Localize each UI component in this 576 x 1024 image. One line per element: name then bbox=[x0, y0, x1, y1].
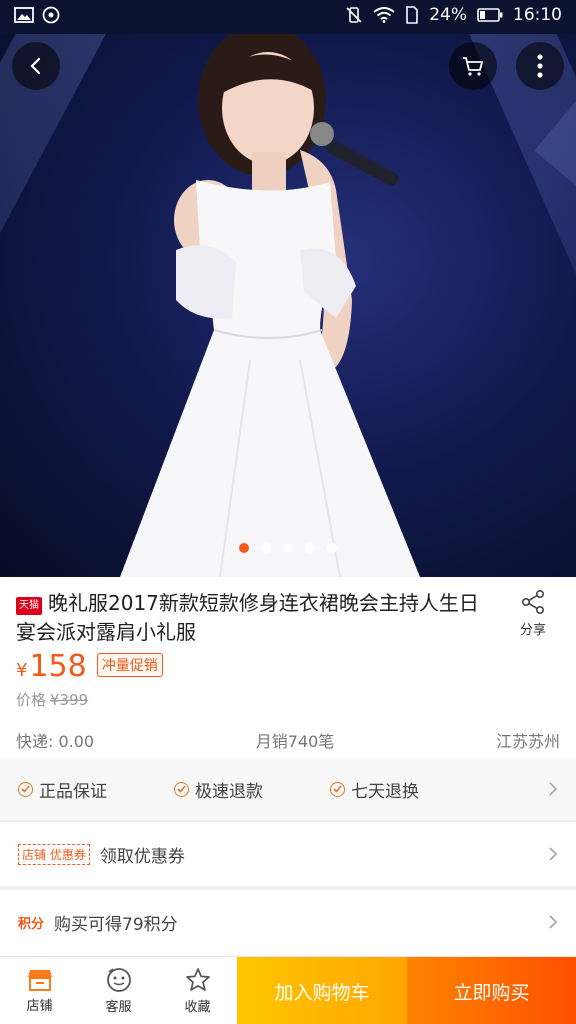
sim-card-icon bbox=[406, 6, 419, 24]
chevron-right-icon bbox=[549, 847, 558, 861]
service-item-authentic: 正品保证 bbox=[18, 777, 174, 802]
currency-symbol: ¥ bbox=[16, 660, 28, 681]
original-price: ¥399 bbox=[50, 691, 89, 709]
service-item-seven-day-return: 七天退换 bbox=[330, 777, 486, 802]
share-label: 分享 bbox=[519, 623, 546, 638]
carousel-dot[interactable] bbox=[261, 543, 271, 553]
points-tag: 积分 bbox=[18, 916, 45, 932]
back-button[interactable] bbox=[12, 42, 60, 90]
points-label: 购买可得79积分 bbox=[54, 914, 178, 935]
service-item-fast-refund: 极速退款 bbox=[174, 777, 330, 802]
store-icon bbox=[27, 970, 52, 991]
share-button[interactable]: 分享 bbox=[510, 589, 556, 638]
favorite-label: 收藏 bbox=[184, 1000, 211, 1015]
carousel-dot[interactable] bbox=[327, 543, 337, 553]
service-guarantees-row[interactable]: 正品保证 极速退款 七天退换 bbox=[0, 758, 576, 820]
product-title: 天猫 晚礼服2017新款短款修身连衣裙晚会主持人生日宴会派对露肩小礼服 bbox=[16, 589, 486, 647]
store-button[interactable]: 店铺 bbox=[0, 957, 79, 1024]
product-image-carousel[interactable] bbox=[0, 0, 576, 577]
clock: 16:10 bbox=[513, 5, 562, 25]
customer-service-button[interactable]: 客服 bbox=[79, 957, 158, 1024]
product-info-section: 天猫 晚礼服2017新款短款修身连衣裙晚会主持人生日宴会派对露肩小礼服 分享 ¥ … bbox=[0, 577, 576, 758]
favorite-button[interactable]: 收藏 bbox=[158, 957, 237, 1024]
coupon-label: 领取优惠券 bbox=[99, 846, 185, 867]
original-price-label: 价格 bbox=[16, 691, 47, 709]
chevron-right-icon bbox=[549, 782, 558, 796]
more-options-button[interactable] bbox=[516, 42, 564, 90]
store-label: 店铺 bbox=[26, 999, 53, 1014]
wifi-icon bbox=[373, 7, 395, 23]
share-icon bbox=[521, 589, 544, 614]
status-bar: 24% 16:10 bbox=[0, 0, 576, 34]
carousel-dot[interactable] bbox=[305, 543, 315, 553]
check-circle-icon bbox=[174, 781, 189, 797]
chevron-left-icon bbox=[30, 57, 41, 75]
current-price: 158 bbox=[29, 649, 87, 684]
check-circle-icon bbox=[330, 781, 345, 797]
promo-tag: 冲量促销 bbox=[96, 653, 163, 677]
star-icon bbox=[185, 968, 210, 991]
carousel-dot[interactable] bbox=[283, 543, 293, 553]
service-label: 极速退款 bbox=[195, 781, 263, 802]
more-vertical-icon bbox=[537, 54, 543, 78]
check-circle-icon bbox=[18, 781, 33, 797]
price-row: ¥ 158 冲量促销 bbox=[16, 649, 163, 684]
shipping-fee: 快递: 0.00 bbox=[16, 732, 95, 751]
ship-from-location: 江苏苏州 bbox=[495, 732, 560, 751]
product-meta-row: 快递: 0.00 月销740笔 江苏苏州 bbox=[16, 728, 560, 752]
battery-icon bbox=[477, 8, 503, 22]
customer-service-icon bbox=[106, 968, 131, 992]
chevron-right-icon bbox=[549, 915, 558, 929]
points-row[interactable]: 积分 购买可得79积分 bbox=[0, 890, 576, 954]
shopping-cart-icon bbox=[463, 57, 483, 76]
tmall-badge: 天猫 bbox=[16, 597, 42, 615]
carousel-indicator bbox=[0, 543, 576, 553]
vibrate-off-icon bbox=[346, 7, 362, 23]
carousel-dot-active[interactable] bbox=[239, 543, 249, 553]
buy-now-button[interactable]: 立即购买 bbox=[407, 957, 576, 1024]
customer-service-label: 客服 bbox=[105, 1000, 132, 1015]
service-label: 正品保证 bbox=[39, 781, 107, 802]
cart-button[interactable] bbox=[449, 42, 497, 90]
bottom-action-bar: 店铺 客服 收藏 加入购物车 立即购买 bbox=[0, 956, 576, 1024]
original-price-row: 价格 ¥399 bbox=[16, 689, 88, 710]
product-photo-singer bbox=[120, 24, 420, 577]
coupon-row[interactable]: 店铺 优惠券 领取优惠券 bbox=[0, 822, 576, 886]
chat-notification-icon bbox=[42, 6, 60, 24]
product-title-text: 晚礼服2017新款短款修身连衣裙晚会主持人生日宴会派对露肩小礼服 bbox=[16, 591, 479, 644]
battery-percentage: 24% bbox=[429, 5, 467, 25]
service-label: 七天退换 bbox=[351, 781, 419, 802]
add-to-cart-button[interactable]: 加入购物车 bbox=[237, 957, 407, 1024]
store-coupon-tag: 店铺 优惠券 bbox=[18, 843, 90, 865]
monthly-sales: 月销740笔 bbox=[255, 732, 335, 751]
image-notification-icon bbox=[14, 7, 34, 23]
